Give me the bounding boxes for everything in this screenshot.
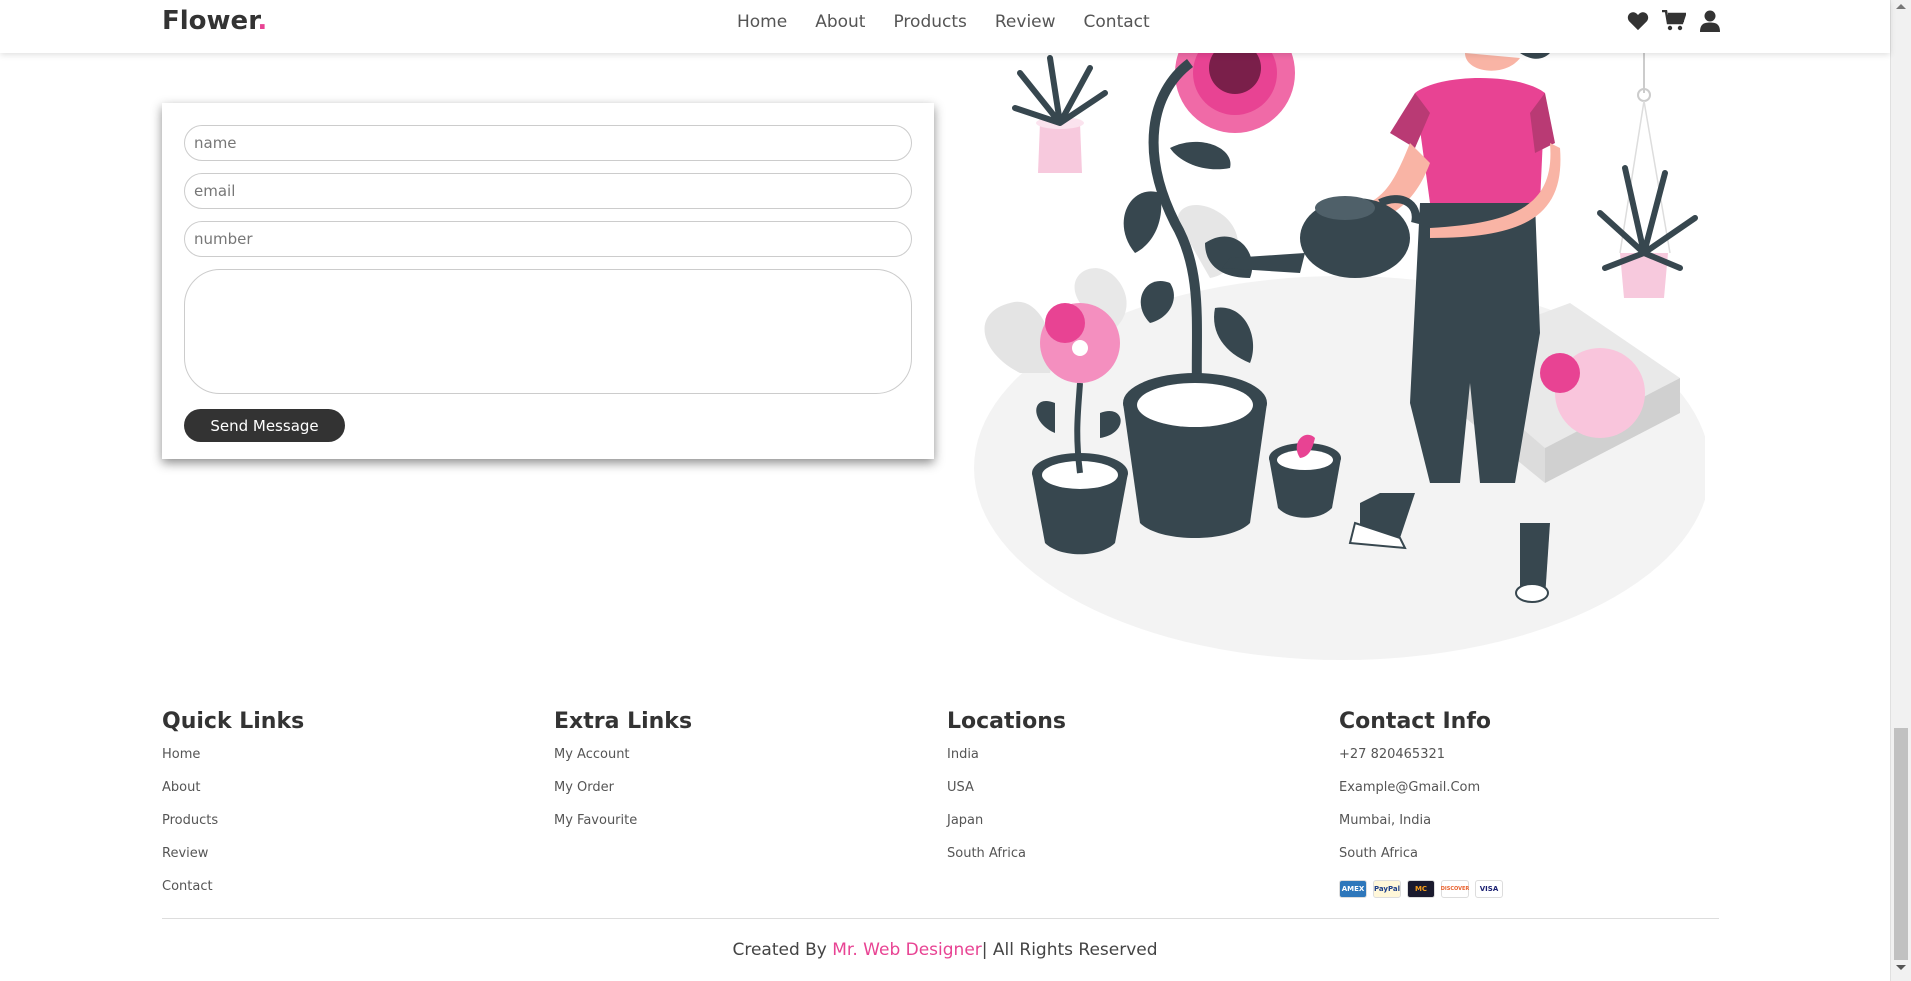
payment-methods: AMEX PayPal MC DISCOVER VISA <box>1339 880 1503 898</box>
email-input[interactable] <box>184 173 912 209</box>
footer-link-about[interactable]: About <box>162 777 304 810</box>
visa-card-icon: VISA <box>1475 880 1503 898</box>
contact-info-title: Contact Info <box>1339 709 1492 734</box>
number-input[interactable] <box>184 221 912 257</box>
location-usa[interactable]: USA <box>947 777 1066 810</box>
nav-review[interactable]: Review <box>995 12 1056 32</box>
scroll-up-arrow-icon[interactable] <box>1896 4 1906 9</box>
nav-about[interactable]: About <box>815 12 865 32</box>
contact-country[interactable]: South Africa <box>1339 843 1503 876</box>
footer-link-review[interactable]: Review <box>162 843 304 876</box>
footer-locations: Locations India USA Japan South Africa <box>947 709 1066 876</box>
location-south-africa[interactable]: South Africa <box>947 843 1066 876</box>
footer-link-my-favourite[interactable]: My Favourite <box>554 810 692 843</box>
credit-prefix: Created By <box>732 940 833 960</box>
paypal-card-icon: PayPal <box>1373 880 1401 898</box>
logo[interactable]: Flower. <box>162 6 267 36</box>
nav-products[interactable]: Products <box>893 12 966 32</box>
user-icon[interactable] <box>1698 9 1722 33</box>
footer-link-contact[interactable]: Contact <box>162 876 304 909</box>
contact-email[interactable]: Example@Gmail.Com <box>1339 777 1503 810</box>
name-input[interactable] <box>184 125 912 161</box>
quick-links-title: Quick Links <box>162 709 305 734</box>
credit-suffix: | All Rights Reserved <box>981 940 1158 960</box>
logo-dot: . <box>257 6 268 36</box>
nav-contact[interactable]: Contact <box>1084 12 1150 32</box>
contact-city[interactable]: Mumbai, India <box>1339 810 1503 843</box>
extra-links-title: Extra Links <box>554 709 693 734</box>
footer-link-my-order[interactable]: My Order <box>554 777 692 810</box>
location-japan[interactable]: Japan <box>947 810 1066 843</box>
footer-quick-links: Quick Links Home About Products Review C… <box>162 709 304 909</box>
heart-icon[interactable] <box>1626 9 1650 33</box>
footer-link-home[interactable]: Home <box>162 744 304 777</box>
amex-card-icon: AMEX <box>1339 880 1367 898</box>
footer-credit: Created By Mr. Web Designer| All Rights … <box>0 940 1890 960</box>
locations-title: Locations <box>947 709 1066 734</box>
credit-author-link[interactable]: Mr. Web Designer <box>832 940 982 960</box>
contact-form: Send Message <box>162 103 934 459</box>
scroll-down-arrow-icon[interactable] <box>1896 965 1906 970</box>
footer-link-my-account[interactable]: My Account <box>554 744 692 777</box>
footer-extra-links: Extra Links My Account My Order My Favou… <box>554 709 692 843</box>
footer-contact-info: Contact Info +27 820465321 Example@Gmail… <box>1339 709 1503 898</box>
main-nav: Home About Products Review Contact <box>737 12 1178 32</box>
scroll-thumb[interactable] <box>1894 728 1908 960</box>
logo-text: Flower <box>162 6 258 36</box>
footer-divider <box>162 918 1719 919</box>
page-scrollbar[interactable] <box>1890 0 1911 981</box>
message-textarea[interactable] <box>184 269 912 394</box>
header-icons <box>1626 9 1722 33</box>
location-india[interactable]: India <box>947 744 1066 777</box>
discover-card-icon: DISCOVER <box>1441 880 1469 898</box>
cart-icon[interactable] <box>1662 9 1686 33</box>
send-message-button[interactable]: Send Message <box>184 409 345 442</box>
mastercard-card-icon: MC <box>1407 880 1435 898</box>
contact-phone[interactable]: +27 820465321 <box>1339 744 1503 777</box>
footer-link-products[interactable]: Products <box>162 810 304 843</box>
site-header: Flower. Home About Products Review Conta… <box>0 0 1890 53</box>
gardening-illustration <box>960 13 1710 663</box>
nav-home[interactable]: Home <box>737 12 787 32</box>
